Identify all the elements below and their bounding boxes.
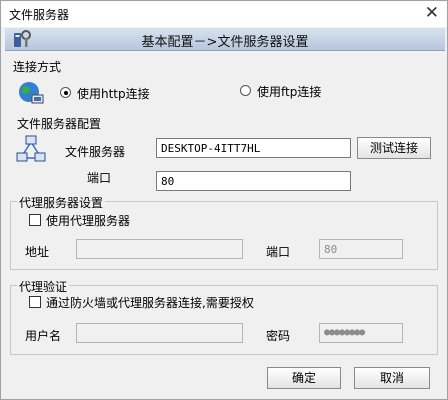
proxy-address-label: 地址 [25, 245, 50, 259]
close-icon[interactable]: ✕ [425, 3, 439, 23]
server-port-label: 端口 [87, 171, 112, 185]
proxy-port-input[interactable]: 80 [319, 239, 403, 259]
server-input[interactable]: DESKTOP-4ITT7HL [156, 138, 351, 158]
proxy-port-label: 端口 [266, 245, 291, 259]
proxy-group-title: 代理服务器设置 [17, 194, 106, 211]
connection-section-label: 连接方式 [13, 60, 62, 74]
window-title: 文件服务器 [9, 8, 70, 22]
ok-button[interactable]: 确定 [267, 367, 341, 389]
globe-computer-icon [19, 82, 44, 104]
use-proxy-checkbox[interactable] [29, 214, 41, 226]
username-label: 用户名 [25, 329, 62, 343]
dialog-window: 文件服务器 ✕ 基本配置－>文件服务器设置 连接方式 使用http连接 使用ft… [0, 0, 448, 400]
ftp-radio-label[interactable]: 使用ftp连接 [257, 83, 321, 100]
file-server-section-label: 文件服务器配置 [17, 117, 102, 131]
use-proxy-label[interactable]: 使用代理服务器 [46, 212, 130, 229]
header-title: 基本配置－>文件服务器设置 [141, 35, 309, 50]
title-bar: 文件服务器 ✕ [1, 1, 447, 27]
auth-group-title: 代理验证 [17, 278, 70, 295]
server-port-input[interactable]: 80 [156, 171, 351, 191]
ftp-radio[interactable] [240, 85, 251, 96]
proxy-address-input[interactable] [76, 239, 243, 259]
test-connection-button[interactable]: 测试连接 [357, 137, 431, 159]
need-auth-checkbox[interactable] [29, 296, 41, 308]
http-radio[interactable] [60, 87, 71, 98]
http-radio-label[interactable]: 使用http连接 [77, 85, 150, 102]
password-input[interactable]: ●●●●●●●● [319, 323, 403, 343]
header-band: 基本配置－>文件服务器设置 [5, 28, 445, 51]
username-input[interactable] [76, 323, 243, 343]
server-label: 文件服务器 [65, 145, 126, 159]
network-server-icon [16, 135, 46, 162]
need-auth-label[interactable]: 通过防火墙或代理服务器连接,需要授权 [46, 294, 254, 311]
cancel-button[interactable]: 取消 [354, 367, 430, 389]
password-label: 密码 [266, 329, 291, 343]
